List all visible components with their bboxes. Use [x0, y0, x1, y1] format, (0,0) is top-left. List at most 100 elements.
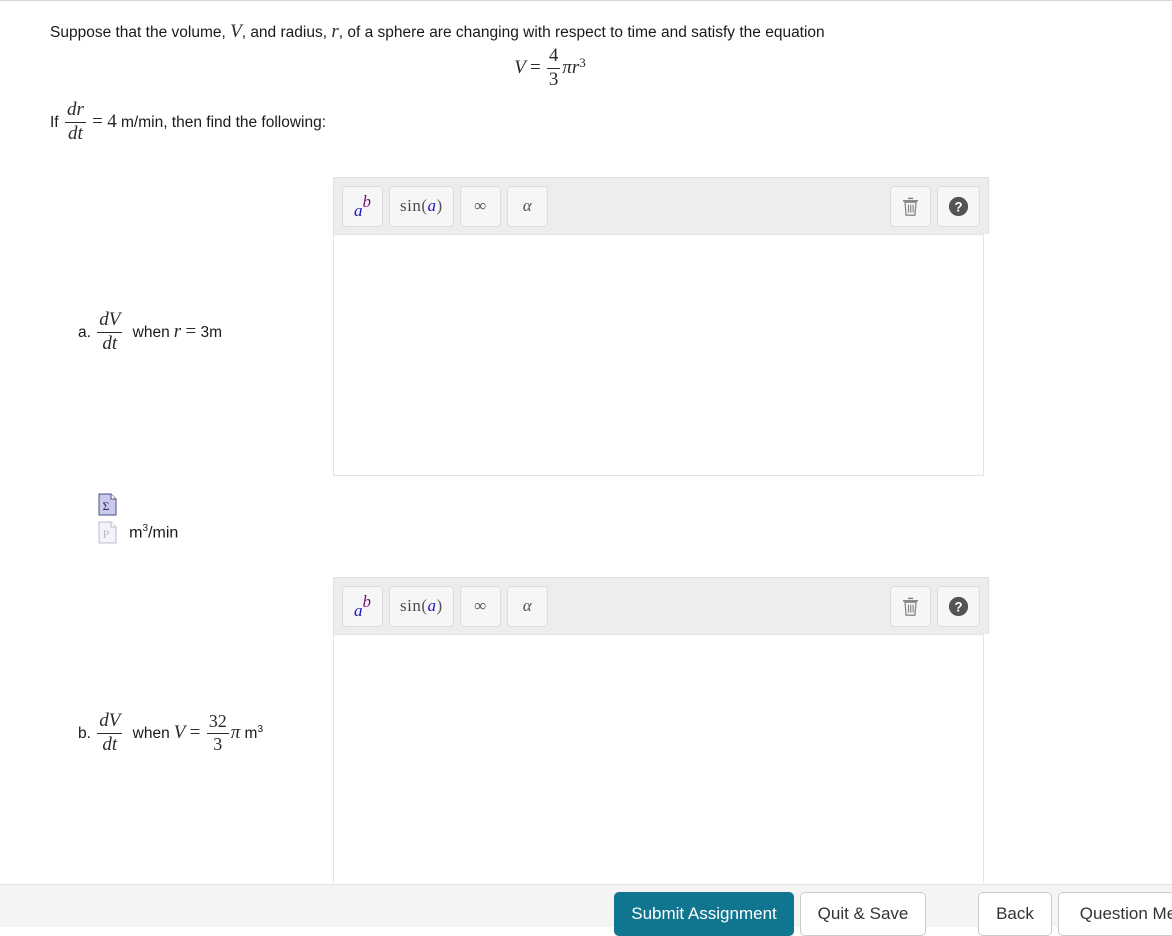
exponent-base-label: a — [354, 600, 363, 620]
trig-tool-button-a[interactable]: sin(a) — [389, 185, 454, 227]
part-a-variable: r — [173, 321, 182, 343]
math-toolbar-a: ab sin(a) ∞ α ? — [333, 177, 989, 234]
infinity-icon: ∞ — [474, 596, 487, 615]
part-a-frac-numerator: dV — [97, 309, 123, 333]
trig-prefix-label: sin — [400, 596, 422, 615]
trig-arg-label: a — [427, 196, 437, 215]
alpha-icon: α — [522, 596, 532, 615]
exponent-tool-button-a[interactable]: ab — [342, 185, 383, 227]
part-b-pi: π — [230, 722, 241, 744]
trig-arg-label: a — [427, 596, 437, 615]
superscript-icon: ab — [354, 593, 371, 619]
part-b-label: b. dV dt when V = 32 3 π m3 — [78, 710, 264, 756]
trig-close-paren: ) — [436, 196, 443, 215]
given-frac-denominator: dt — [68, 122, 83, 144]
help-button-a[interactable]: ? — [937, 185, 980, 227]
broken-image-unit-row: P m3/min — [98, 521, 178, 544]
equation-equals: = — [529, 56, 541, 78]
help-button-b[interactable]: ? — [937, 585, 980, 627]
equation-frac-denominator: 3 — [548, 68, 559, 90]
equation-fraction: 43 — [546, 45, 561, 90]
greek-tool-button-a[interactable]: α — [506, 185, 548, 227]
back-button[interactable]: Back — [978, 892, 1052, 936]
alpha-icon: α — [522, 196, 532, 215]
svg-text:?: ? — [954, 599, 962, 614]
sine-function-icon: sin(a) — [400, 196, 443, 216]
part-a-value: 3m — [200, 324, 223, 342]
sine-function-icon: sin(a) — [400, 596, 443, 616]
math-answer-widget-b: ab sin(a) ∞ α ? — [333, 577, 989, 883]
question-content-area: Suppose that the volume, V, and radius, … — [0, 1, 1172, 883]
equation-pi: π — [562, 56, 572, 78]
trig-tool-button-b[interactable]: sin(a) — [389, 585, 454, 627]
infinity-tool-button-a[interactable]: ∞ — [459, 185, 501, 227]
part-b-fraction-dvdt: dV dt — [97, 710, 123, 755]
equation-exponent: 3 — [579, 54, 586, 70]
equation-frac-numerator: 4 — [546, 45, 561, 69]
part-a-frac-denominator: dt — [102, 332, 118, 354]
part-a-label: a. dV dt when r = 3m — [78, 309, 223, 355]
exponent-base-label: a — [354, 200, 363, 220]
exponent-power-label: b — [362, 191, 372, 211]
exponent-tool-button-b[interactable]: ab — [342, 585, 383, 627]
part-b-frac-numerator: dV — [97, 710, 123, 734]
clear-answer-button-b[interactable] — [890, 585, 931, 627]
submit-assignment-button[interactable]: Submit Assignment — [614, 892, 794, 936]
given-rate-line: If dr dt = 4 m/min, then find the followi… — [50, 99, 327, 145]
part-b-value-numerator: 32 — [206, 711, 229, 734]
infinity-icon: ∞ — [474, 196, 487, 215]
trig-close-paren: ) — [436, 596, 443, 615]
equation-lhs: V — [514, 56, 526, 78]
question-menu-button[interactable]: Question Me — [1058, 892, 1172, 936]
part-b-value-fraction: 32 3 — [206, 711, 229, 754]
part-b-letter: b. — [78, 725, 91, 743]
broken-image-sigma-glyph: Σ — [103, 499, 110, 513]
part-a-fraction-dvdt: dV dt — [97, 309, 123, 354]
given-frac-numerator: dr — [64, 99, 86, 123]
broken-image-icon: P — [98, 521, 117, 544]
prompt-variable-r: r — [331, 21, 339, 42]
part-b-variable: V — [173, 722, 186, 744]
given-units-rest: m/min, then find the following: — [116, 114, 327, 132]
prompt-variable-v: V — [230, 21, 242, 42]
clear-answer-button-a[interactable] — [890, 185, 931, 227]
part-b-when-word: when — [132, 725, 170, 743]
bottom-action-bar: Submit Assignment Quit & Save Back Quest… — [0, 884, 1172, 936]
part-a-equals: = — [185, 321, 197, 343]
greek-tool-button-b[interactable]: α — [506, 585, 548, 627]
answer-input-a[interactable] — [333, 234, 984, 476]
part-b-unit: m3 — [244, 723, 264, 743]
answer-unit-label-a: m3/min — [129, 523, 178, 542]
broken-image-p-glyph: P — [103, 527, 110, 541]
infinity-tool-button-b[interactable]: ∞ — [459, 585, 501, 627]
question-mark-circle-icon: ? — [948, 196, 969, 216]
trash-icon — [903, 197, 918, 216]
part-b-unit-base: m — [244, 725, 258, 743]
prompt-intro-before: Suppose that the volume, — [50, 24, 231, 41]
prompt-intro-mid: , and radius, — [241, 24, 332, 41]
given-equals: = — [92, 111, 103, 133]
math-answer-widget-a: ab sin(a) ∞ α ? — [333, 177, 989, 476]
part-b-value-denominator: 3 — [213, 733, 223, 754]
svg-text:?: ? — [954, 199, 962, 214]
part-b-unit-exponent: 3 — [257, 723, 264, 735]
given-if-word: If — [50, 114, 59, 132]
exponent-power-label: b — [362, 591, 372, 611]
trash-icon — [903, 597, 918, 616]
question-prompt-line: Suppose that the volume, V, and radius, … — [50, 21, 1050, 44]
volume-equation: V = 4 3 πr3 — [0, 45, 1100, 91]
answer-unit-suffix: /min — [148, 524, 179, 542]
part-b-equals: = — [189, 722, 201, 744]
part-b-frac-denominator: dt — [102, 733, 118, 755]
question-mark-circle-icon: ? — [948, 596, 969, 616]
quit-and-save-button[interactable]: Quit & Save — [800, 892, 926, 936]
broken-image-sigma-row: Σ — [98, 493, 117, 516]
part-a-letter: a. — [78, 324, 91, 342]
given-fraction-drdt: dr dt — [64, 99, 86, 144]
prompt-intro-after: , of a sphere are changing with respect … — [338, 24, 825, 41]
answer-input-b[interactable] — [333, 634, 984, 883]
answer-unit-base: m — [129, 524, 143, 542]
superscript-icon: ab — [354, 193, 371, 219]
broken-image-icon: Σ — [98, 493, 117, 516]
math-toolbar-b: ab sin(a) ∞ α ? — [333, 577, 989, 634]
